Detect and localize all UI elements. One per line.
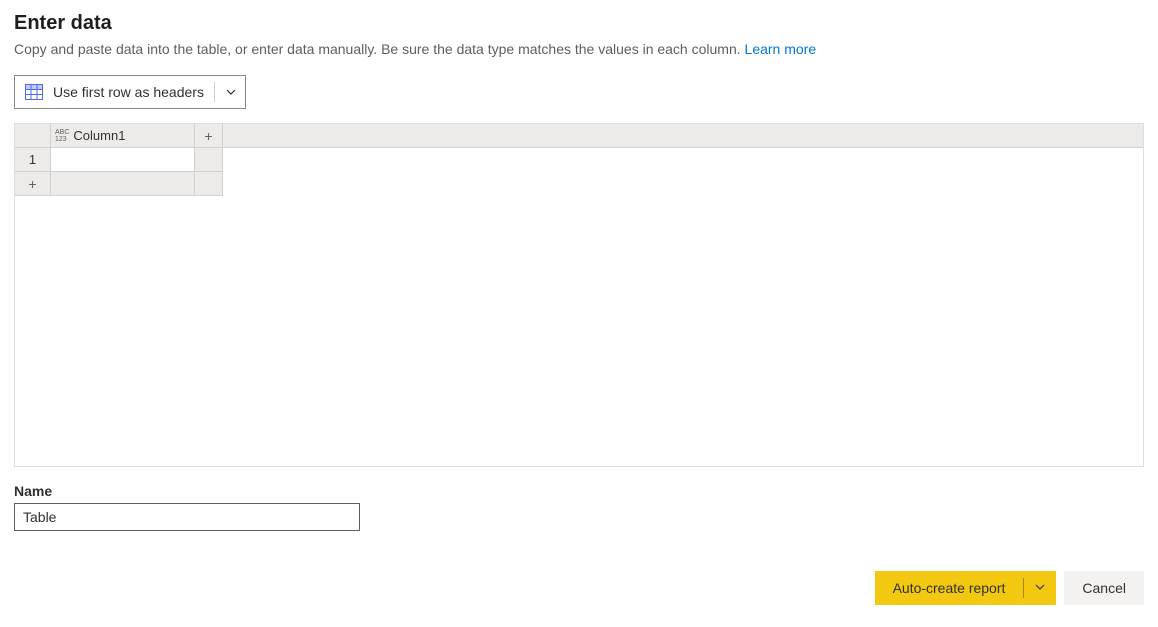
auto-create-report-split-button: Auto-create report <box>875 571 1057 605</box>
column-type-icon: ABC 123 <box>55 129 69 143</box>
add-row-stub <box>51 172 195 196</box>
name-input[interactable] <box>14 503 360 531</box>
table-icon <box>25 84 43 100</box>
grid-add-row: + <box>15 172 1143 196</box>
dialog-footer: Auto-create report Cancel <box>14 571 1144 605</box>
page-subtitle: Copy and paste data into the table, or e… <box>14 41 1144 57</box>
row-number[interactable]: 1 <box>15 148 51 172</box>
add-row-button[interactable]: + <box>15 172 51 196</box>
name-section: Name <box>14 483 1144 531</box>
column-header[interactable]: ABC 123 Column1 <box>51 124 195 147</box>
name-label: Name <box>14 483 1144 499</box>
button-divider <box>214 82 215 102</box>
chevron-down-icon <box>1034 580 1046 596</box>
learn-more-link[interactable]: Learn more <box>745 41 817 57</box>
use-first-row-button[interactable]: Use first row as headers <box>14 75 246 109</box>
add-column-button[interactable]: + <box>195 124 223 147</box>
use-first-row-label: Use first row as headers <box>53 84 204 100</box>
data-cell[interactable] <box>51 148 195 172</box>
cancel-button[interactable]: Cancel <box>1064 571 1144 605</box>
grid-corner-cell <box>15 124 51 147</box>
grid-data-row: 1 <box>15 148 1143 172</box>
subtitle-text: Copy and paste data into the table, or e… <box>14 41 745 57</box>
grid-header-row: ABC 123 Column1 + <box>15 124 1143 148</box>
data-grid: ABC 123 Column1 + 1 + <box>14 123 1144 467</box>
column-name: Column1 <box>73 128 125 143</box>
chevron-down-icon[interactable] <box>225 86 237 98</box>
row-stub-cell <box>195 148 223 172</box>
auto-create-report-button[interactable]: Auto-create report <box>875 571 1024 605</box>
split-divider <box>1023 578 1024 598</box>
auto-create-report-dropdown[interactable] <box>1028 571 1056 605</box>
page-title: Enter data <box>14 12 1144 35</box>
add-row-stub-end <box>195 172 223 196</box>
